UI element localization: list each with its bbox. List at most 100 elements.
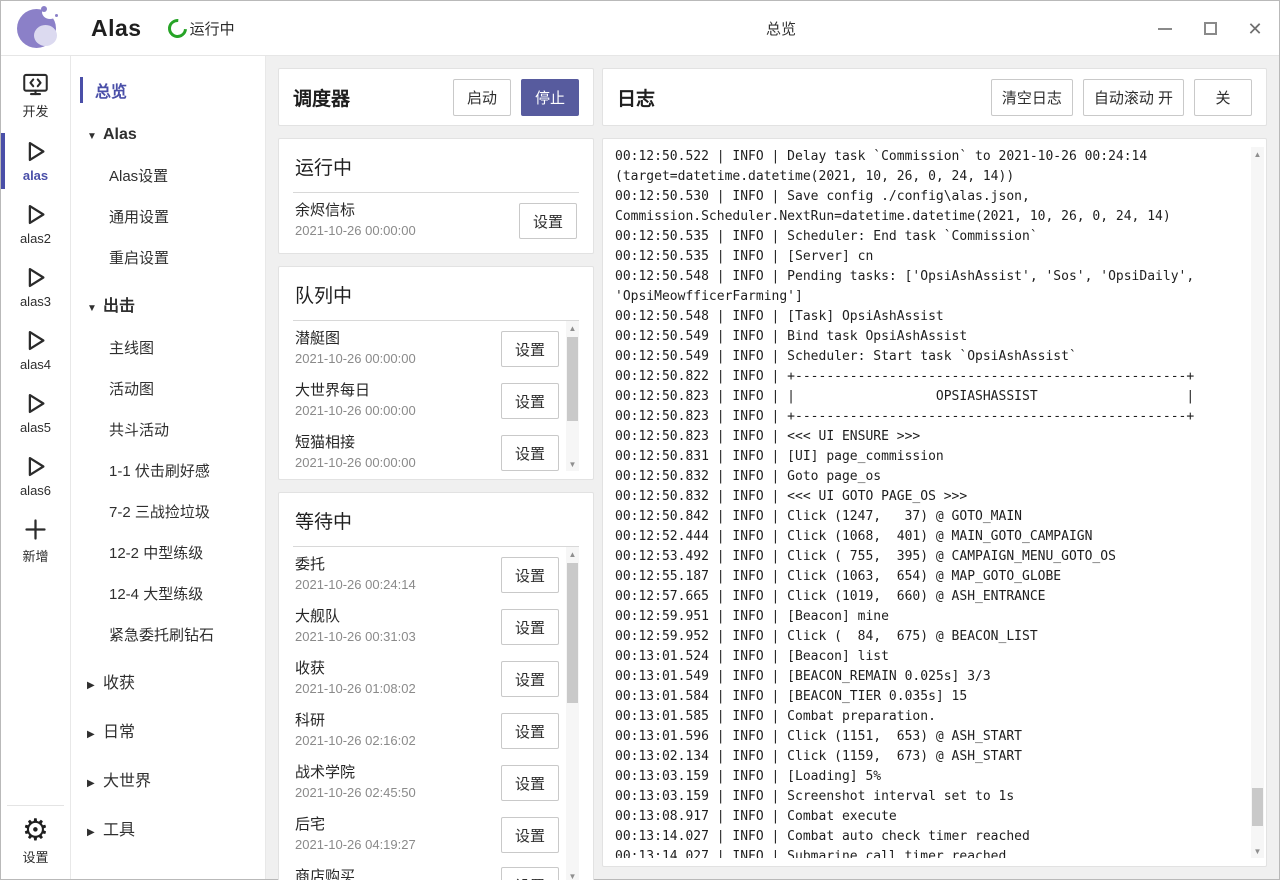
nav-item-urgent-commission[interactable]: 紧急委托刷钻石 bbox=[71, 614, 265, 655]
nav-item-7-2-trash-farm[interactable]: 7-2 三战捡垃圾 bbox=[71, 491, 265, 532]
task-name: 大世界每日 bbox=[295, 381, 497, 401]
rail-item-alas2[interactable]: alas2 bbox=[1, 196, 70, 252]
minimize-button[interactable] bbox=[1157, 21, 1173, 37]
task-row: 大舰队设置2021-10-26 00:31:03 bbox=[293, 599, 561, 651]
log-column: 日志 清空日志 自动滚动 开 关 00:12:50.522 | INFO | D… bbox=[602, 68, 1267, 867]
log-scrollbar[interactable]: ▲ ▼ bbox=[1251, 147, 1264, 858]
scrollbar-thumb[interactable] bbox=[567, 563, 578, 703]
scroll-down-icon[interactable]: ▼ bbox=[566, 457, 579, 471]
task-settings-button[interactable]: 设置 bbox=[501, 383, 559, 419]
rail-item-add[interactable]: 新增 bbox=[1, 511, 70, 571]
nav-item-os-group[interactable]: ▶大世界 bbox=[71, 756, 265, 802]
nav-item-alas-settings[interactable]: Alas设置 bbox=[71, 155, 265, 196]
log-line: 00:13:01.524 | INFO | [Beacon] list bbox=[615, 647, 1246, 667]
close-icon: ✕ bbox=[1247, 20, 1262, 38]
log-line: 00:13:14.027 | INFO | Submarine call tim… bbox=[615, 847, 1246, 858]
scheduler-column: 调度器 启动 停止 运行中 余烬信标设置2021-10-26 00:00:00 … bbox=[278, 68, 594, 867]
waiting-scrollbar[interactable]: ▲ ▼ bbox=[566, 547, 579, 880]
nav-item-daily-group[interactable]: ▶日常 bbox=[71, 707, 265, 753]
scrollbar-thumb[interactable] bbox=[1252, 788, 1263, 826]
play-icon bbox=[22, 138, 49, 165]
task-name: 战术学院 bbox=[295, 763, 497, 783]
rail-item-alas3[interactable]: alas3 bbox=[1, 259, 70, 315]
task-settings-button[interactable]: 设置 bbox=[501, 435, 559, 471]
scroll-down-icon[interactable]: ▼ bbox=[1251, 844, 1264, 858]
nav-item-label: 12-4 大型练级 bbox=[109, 586, 203, 603]
scroll-up-icon[interactable]: ▲ bbox=[566, 547, 579, 561]
nav-item-reward-group[interactable]: ▶收获 bbox=[71, 658, 265, 704]
rail-item-alas5[interactable]: alas5 bbox=[1, 385, 70, 441]
task-time: 2021-10-26 00:00:00 bbox=[295, 453, 497, 471]
task-settings-button[interactable]: 设置 bbox=[501, 867, 559, 880]
log-line: 00:12:50.823 | INFO | +-----------------… bbox=[615, 407, 1246, 427]
task-settings-button[interactable]: 设置 bbox=[501, 557, 559, 593]
nav-item-tool-group[interactable]: ▶工具 bbox=[71, 805, 265, 851]
play-icon bbox=[22, 201, 49, 228]
log-line: (target=datetime.datetime(2021, 10, 26, … bbox=[615, 167, 1246, 187]
code-monitor-icon bbox=[22, 71, 49, 98]
plus-icon bbox=[22, 516, 49, 543]
task-name: 大舰队 bbox=[295, 607, 497, 627]
play-icon bbox=[22, 453, 49, 480]
nav-item-general-settings[interactable]: 通用设置 bbox=[71, 196, 265, 237]
rail-item-alas6[interactable]: alas6 bbox=[1, 448, 70, 504]
task-settings-button[interactable]: 设置 bbox=[501, 765, 559, 801]
log-line: 00:12:50.823 | INFO | <<< UI ENSURE >>> bbox=[615, 427, 1246, 447]
stop-button[interactable]: 停止 bbox=[521, 79, 579, 116]
task-settings-button[interactable]: 设置 bbox=[501, 661, 559, 697]
nav-item-1-1-ambush-favor[interactable]: 1-1 伏击刷好感 bbox=[71, 450, 265, 491]
running-spinner-icon bbox=[164, 15, 191, 42]
nav-item-12-2-mid-leveling[interactable]: 12-2 中型练级 bbox=[71, 532, 265, 573]
rail-divider bbox=[7, 805, 64, 806]
log-panel: 00:12:50.522 | INFO | Delay task `Commis… bbox=[602, 138, 1267, 867]
nav-item-event-chapter[interactable]: 活动图 bbox=[71, 368, 265, 409]
rail-item-dev[interactable]: 开发 bbox=[1, 66, 70, 126]
nav-item-alas-group[interactable]: ▼Alas bbox=[71, 115, 265, 155]
play-icon bbox=[22, 327, 49, 354]
log-line: 00:12:50.548 | INFO | Pending tasks: ['O… bbox=[615, 267, 1246, 287]
task-settings-button[interactable]: 设置 bbox=[501, 331, 559, 367]
log-line: 00:12:50.522 | INFO | Delay task `Commis… bbox=[615, 147, 1246, 167]
caret-right-icon: ▶ bbox=[87, 680, 103, 691]
nav-item-label: Alas bbox=[103, 126, 137, 143]
rail-item-alas[interactable]: alas bbox=[1, 133, 70, 189]
nav-item-coop-event[interactable]: 共斗活动 bbox=[71, 409, 265, 450]
task-settings-button[interactable]: 设置 bbox=[501, 609, 559, 645]
nav-item-overview[interactable]: 总览 bbox=[71, 70, 265, 112]
rail-list: 开发 alas alas2 alas3 alas4 alas5 alas6 新增 bbox=[1, 66, 70, 578]
pending-panel-title: 队列中 bbox=[293, 279, 579, 320]
scheduler-panel: 调度器 启动 停止 bbox=[278, 68, 594, 126]
main-content: 调度器 启动 停止 运行中 余烬信标设置2021-10-26 00:00:00 … bbox=[266, 56, 1279, 879]
close-button[interactable]: ✕ bbox=[1247, 21, 1263, 37]
pending-scrollbar[interactable]: ▲ ▼ bbox=[566, 321, 579, 471]
clear-log-button[interactable]: 清空日志 bbox=[991, 79, 1073, 116]
rail-item-alas4[interactable]: alas4 bbox=[1, 322, 70, 378]
waiting-panel-title: 等待中 bbox=[293, 505, 579, 546]
maximize-button[interactable] bbox=[1202, 21, 1218, 37]
nav-item-label: Alas设置 bbox=[109, 168, 168, 185]
scroll-up-icon[interactable]: ▲ bbox=[566, 321, 579, 335]
nav-item-restart-settings[interactable]: 重启设置 bbox=[71, 237, 265, 278]
rail-item-label: alas3 bbox=[20, 294, 51, 309]
task-settings-button[interactable]: 设置 bbox=[519, 203, 577, 239]
autoscroll-off-button[interactable]: 关 bbox=[1194, 79, 1252, 116]
app-rail: 开发 alas alas2 alas3 alas4 alas5 alas6 新增 ⚙ 设置 bbox=[1, 56, 71, 879]
pending-task-list: 潜艇图设置2021-10-26 00:00:00大世界每日设置2021-10-2… bbox=[293, 321, 561, 471]
task-settings-button[interactable]: 设置 bbox=[501, 713, 559, 749]
rail-item-settings[interactable]: ⚙ 设置 bbox=[1, 812, 70, 872]
caret-right-icon: ▶ bbox=[87, 729, 103, 740]
nav-item-main-chapter[interactable]: 主线图 bbox=[71, 327, 265, 368]
log-line: 00:13:01.584 | INFO | [BEACON_TIER 0.035… bbox=[615, 687, 1246, 707]
task-time: 2021-10-26 01:08:02 bbox=[295, 679, 497, 699]
scroll-down-icon[interactable]: ▼ bbox=[566, 869, 579, 880]
start-button[interactable]: 启动 bbox=[453, 79, 511, 116]
task-settings-button[interactable]: 设置 bbox=[501, 817, 559, 853]
scroll-up-icon[interactable]: ▲ bbox=[1251, 147, 1264, 161]
log-panel-header: 日志 清空日志 自动滚动 开 关 bbox=[602, 68, 1267, 126]
nav-item-attack-group[interactable]: ▼出击 bbox=[71, 281, 265, 327]
nav-item-label: 主线图 bbox=[109, 340, 154, 357]
nav-item-12-4-big-leveling[interactable]: 12-4 大型练级 bbox=[71, 573, 265, 614]
autoscroll-on-button[interactable]: 自动滚动 开 bbox=[1083, 79, 1184, 116]
scrollbar-thumb[interactable] bbox=[567, 337, 578, 421]
task-row: 委托设置2021-10-26 00:24:14 bbox=[293, 547, 561, 599]
